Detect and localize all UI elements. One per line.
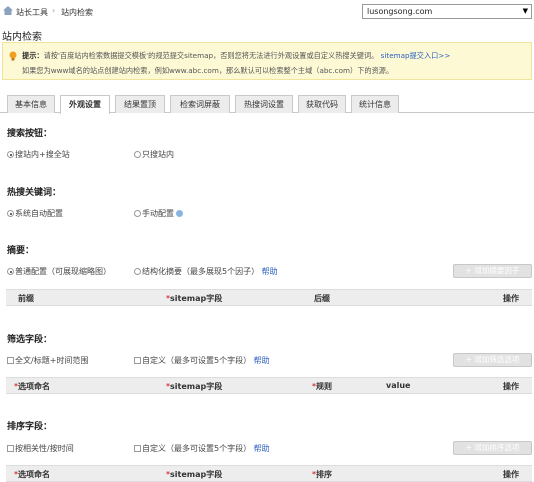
col-suffix: 后缀 [314,294,330,303]
checkbox-label: 自定义（最多可设置5个字段） [142,444,252,453]
col-sitemap-field: *sitemap字段 [166,294,223,303]
radio-label: 手动配置 [142,209,174,218]
breadcrumb-item-site-search: 站内检索 [61,8,93,17]
radio-dot-selected [7,210,14,217]
notice-label: 提示： [22,51,44,60]
tab-get-code[interactable]: 获取代码 [298,95,346,113]
radio-dot-selected [7,268,14,275]
tab-basic-info[interactable]: 基本信息 [7,95,55,113]
site-select-value: lusongsong.com [367,7,433,16]
col-order: *排序 [312,470,332,479]
breadcrumb-separator: › [52,6,56,15]
radio-search-site-only[interactable]: 只搜站内 [134,149,174,160]
col-option-name: *选项命名 [14,382,50,391]
page-title: 站内检索 [2,32,42,43]
radio-label: 普通配置（可展现缩略图） [15,267,111,276]
radio-dot [134,151,141,158]
checkbox-label: 全文/标题+时间范围 [15,356,89,365]
col-rule: *规则 [312,382,332,391]
checkbox-box [7,357,14,364]
checkbox-label: 自定义（最多可设置5个字段） [142,356,252,365]
checkbox-fulltext-time[interactable]: 全文/标题+时间范围 [7,355,88,366]
summary-help-link[interactable]: 帮助 [262,267,278,276]
radio-dot-selected [7,151,14,158]
search-button-title: 搜索按钮： [7,129,53,139]
breadcrumb-item-tools[interactable]: 站长工具 [16,7,48,18]
col-action: 操作 [503,294,519,303]
radio-manual-config[interactable]: 手动配置 [134,208,183,219]
col-option-name: *选项命名 [14,470,50,479]
radio-search-site-and-all[interactable]: 搜站内+搜全站 [7,149,70,160]
tab-statistics[interactable]: 统计信息 [351,95,399,113]
sitemap-submit-link[interactable]: sitemap提交入口>> [381,51,451,60]
tab-appearance[interactable]: 外观设置 [60,95,110,114]
top-bar: 站长工具 › 站内检索 lusongsong.com ▼ [0,0,534,24]
filter-help-link[interactable]: 帮助 [254,356,270,365]
lightbulb-icon [9,51,17,61]
notice-banner: 提示：请按'百度站内检索数据提交模板'的规范提交sitemap，否则您将无法进行… [2,42,532,80]
col-value: value [386,381,411,390]
col-action: 操作 [503,382,519,391]
hot-keywords-title: 热搜关键词： [7,188,62,198]
checkbox-label: 按相关性/按时间 [15,444,74,453]
radio-dot [134,268,141,275]
tab-keyword-block[interactable]: 检索词屏蔽 [170,95,230,113]
radio-label: 系统自动配置 [15,209,63,218]
add-sort-option-button[interactable]: + 增加排序选项 [453,441,532,455]
add-summary-factor-button[interactable]: + 增加摘要因子 [453,264,532,278]
tab-hot-words[interactable]: 热搜词设置 [235,95,293,113]
sort-title: 排序字段： [7,422,53,432]
col-sitemap-field: *sitemap字段 [166,470,223,479]
col-prefix: 前缀 [18,294,34,303]
radio-structured-summary[interactable]: 结构化摘要（最多展现5个因子） 帮助 [134,266,278,277]
sort-help-link[interactable]: 帮助 [254,444,270,453]
summary-table-header: 前缀 *sitemap字段 后缀 操作 [6,289,532,306]
notice-text-1: 请按'百度站内检索数据提交模板'的规范提交sitemap，否则您将无法进行外观设… [43,51,379,60]
info-icon[interactable] [176,210,183,217]
radio-auto-config[interactable]: 系统自动配置 [7,208,63,219]
tab-result-pin[interactable]: 结果置顶 [115,95,165,113]
checkbox-filter-custom[interactable]: 自定义（最多可设置5个字段） 帮助 [134,355,270,366]
add-filter-option-button[interactable]: + 增加筛选选项 [453,353,532,367]
notice-line-1: 提示：请按'百度站内检索数据提交模板'的规范提交sitemap，否则您将无法进行… [22,51,450,61]
tab-bar: 基本信息 外观设置 结果置顶 检索词屏蔽 热搜词设置 获取代码 统计信息 [0,93,534,114]
checkbox-sort-custom[interactable]: 自定义（最多可设置5个字段） 帮助 [134,443,270,454]
checkbox-box [7,445,14,452]
chevron-down-icon: ▼ [522,7,528,15]
checkbox-box [134,357,141,364]
site-select[interactable]: lusongsong.com ▼ [362,4,532,19]
radio-dot [134,210,141,217]
checkbox-relevance-time[interactable]: 按相关性/按时间 [7,443,74,454]
radio-normal-config[interactable]: 普通配置（可展现缩略图） [7,266,111,277]
sort-table-header: *选项命名 *sitemap字段 *排序 操作 [6,465,532,482]
radio-label: 搜站内+搜全站 [15,150,70,159]
col-sitemap-field: *sitemap字段 [166,382,223,391]
filter-table-header: *选项命名 *sitemap字段 *规则 value 操作 [6,377,532,394]
summary-title: 摘要： [7,246,35,256]
col-action: 操作 [503,470,519,479]
radio-label: 只搜站内 [142,150,174,159]
filter-title: 筛选字段： [7,335,53,345]
home-icon[interactable] [3,6,13,15]
checkbox-box [134,445,141,452]
notice-text-2: 如果您为www域名的站点创建站内检索，例如www.abc.com，那么默认可以检… [22,66,394,75]
radio-label: 结构化摘要（最多展现5个因子） [142,267,260,276]
